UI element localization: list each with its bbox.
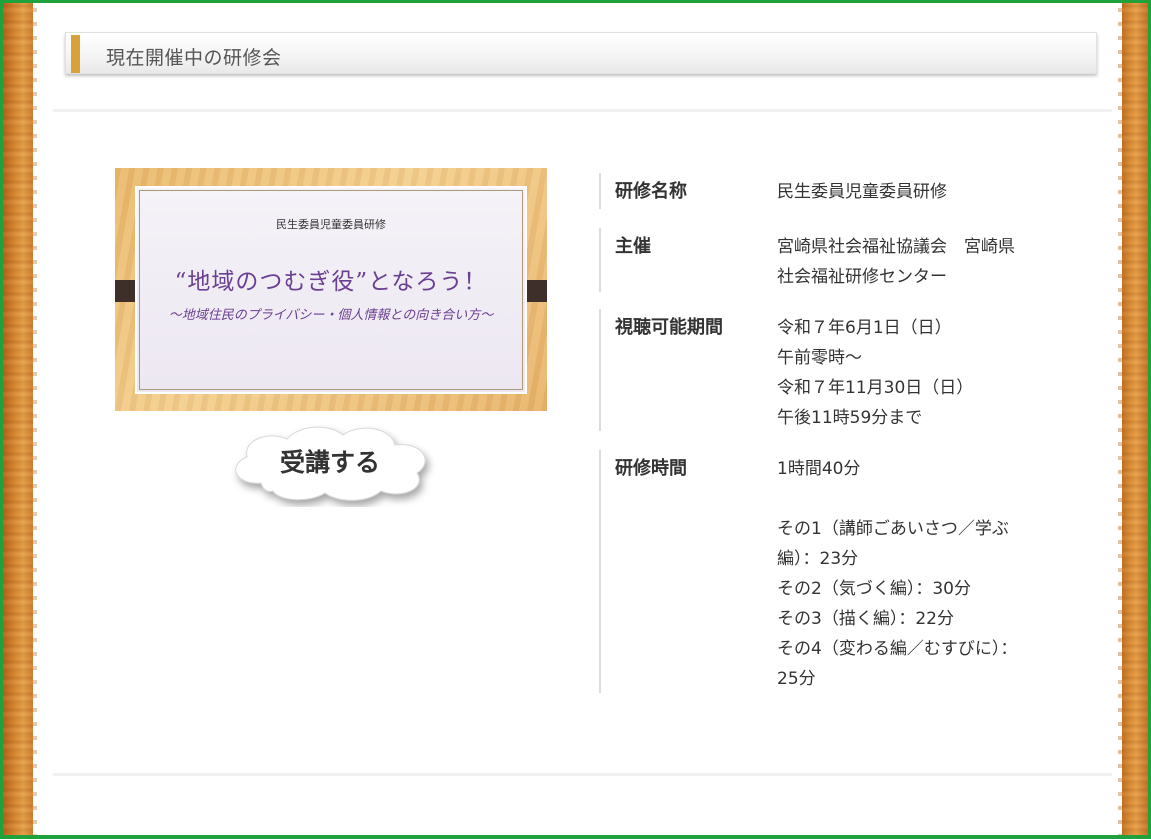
- divider-top: [53, 109, 1112, 112]
- banner-org: 民生委員児童委員研修: [276, 218, 386, 231]
- enroll-button[interactable]: 受講する: [221, 421, 439, 507]
- heading-accent-bar: [71, 35, 80, 73]
- wood-border-right: [1116, 3, 1148, 835]
- main-content: 現在開催中の研修会 民生委員児童委員研修 “地域のつむぎ役”となろう！ ～地域住…: [43, 3, 1112, 835]
- detail-row-period: 視聴可能期間 令和７年6月1日（日） 午前零時～ 令和７年11月30日（日） 午…: [599, 309, 973, 431]
- detail-label-duration: 研修時間: [615, 458, 687, 479]
- detail-row-host: 主催 宮崎県社会福祉協議会 宮崎県 社会福祉研修センター: [599, 228, 1015, 292]
- detail-label-name: 研修名称: [615, 181, 687, 202]
- enroll-button-label: 受講する: [279, 448, 380, 477]
- banner-card: 民生委員児童委員研修 “地域のつむぎ役”となろう！ ～地域住民のプライバシー・個…: [135, 186, 527, 394]
- section-title: 現在開催中の研修会: [106, 47, 282, 69]
- detail-line: 社会福祉研修センター: [777, 267, 947, 287]
- detail-line: [777, 484, 1077, 514]
- detail-line: 民生委員児童委員研修: [777, 182, 947, 202]
- detail-line: 宮崎県社会福祉協議会 宮崎県: [777, 237, 1015, 257]
- section-heading: 現在開催中の研修会: [65, 32, 1097, 74]
- detail-row-duration: 研修時間 1時間40分 その1（講師ごあいさつ／学ぶ 編）：23分 その2（気づ…: [599, 450, 1017, 693]
- detail-label-host: 主催: [615, 236, 651, 257]
- detail-row-name: 研修名称 民生委員児童委員研修: [599, 173, 947, 209]
- detail-line: その3（描く編）：22分: [777, 609, 954, 629]
- detail-line: 令和７年11月30日（日）: [777, 378, 974, 398]
- detail-line: 1時間40分: [777, 459, 861, 479]
- detail-label-period: 視聴可能期間: [615, 317, 723, 338]
- detail-line: 編）：23分: [777, 549, 859, 569]
- detail-value-name: 民生委員児童委員研修: [777, 177, 1077, 207]
- detail-line: その4（変わる編／むすびに）：: [777, 639, 1018, 659]
- detail-line: その2（気づく編）：30分: [777, 579, 971, 599]
- detail-value-period: 令和７年6月1日（日） 午前零時～ 令和７年11月30日（日） 午後11時59分…: [777, 313, 1077, 433]
- detail-line: 午前零時～: [777, 348, 862, 368]
- wood-border-left: [3, 3, 39, 835]
- detail-value-duration: 1時間40分 その1（講師ごあいさつ／学ぶ 編）：23分 その2（気づく編）：3…: [777, 454, 1077, 694]
- detail-line: その1（講師ごあいさつ／学ぶ: [777, 519, 1009, 539]
- detail-line: 25分: [777, 669, 816, 689]
- detail-line: 午後11時59分まで: [777, 408, 923, 428]
- detail-value-host: 宮崎県社会福祉協議会 宮崎県 社会福祉研修センター: [777, 232, 1077, 292]
- banner-sub-title: ～地域住民のプライバシー・個人情報との向き合い方～: [168, 308, 494, 323]
- detail-line: 令和７年6月1日（日）: [777, 318, 952, 338]
- banner-main-title: “地域のつむぎ役”となろう！: [174, 269, 488, 295]
- divider-bottom: [53, 773, 1112, 776]
- course-banner-image[interactable]: 民生委員児童委員研修 “地域のつむぎ役”となろう！ ～地域住民のプライバシー・個…: [115, 168, 547, 411]
